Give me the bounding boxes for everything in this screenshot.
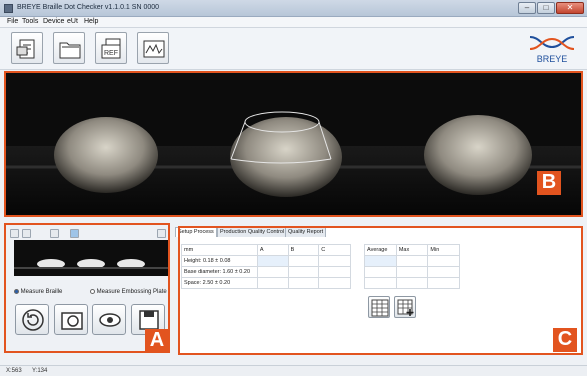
measurement-control-panel: Measure Braille Measure Embossing Plate bbox=[4, 223, 170, 353]
image-panel-frame bbox=[4, 71, 583, 217]
braille-image-view[interactable]: B bbox=[4, 71, 583, 217]
new-document-icon bbox=[16, 39, 35, 59]
reference-button[interactable]: REF bbox=[95, 32, 127, 64]
menu-file[interactable]: File bbox=[7, 18, 18, 25]
reference-icon: REF bbox=[101, 38, 121, 59]
open-folder-button[interactable] bbox=[53, 32, 85, 64]
results-panel-frame bbox=[178, 226, 583, 355]
panel-label-a: A bbox=[145, 329, 169, 353]
svg-text:REF: REF bbox=[104, 50, 118, 57]
title-bar: BREYE Braille Dot Checker v1.1.0.1 SN 00… bbox=[0, 0, 587, 17]
menu-bar: File Tools Device eUt Help bbox=[0, 17, 587, 28]
toolbar: REF BREYE bbox=[0, 28, 587, 70]
new-document-button[interactable] bbox=[11, 32, 43, 64]
results-panel: Setup Process Production Quality Control… bbox=[175, 226, 583, 355]
breye-logo: BREYE bbox=[529, 36, 575, 64]
open-folder-icon bbox=[59, 42, 81, 59]
menu-help[interactable]: Help bbox=[84, 18, 98, 25]
window-title: BREYE Braille Dot Checker v1.1.0.1 SN 00… bbox=[17, 4, 160, 11]
minimize-button[interactable]: – bbox=[518, 2, 536, 14]
chart-button[interactable] bbox=[137, 32, 169, 64]
status-bar: X:563 Y:134 bbox=[0, 365, 587, 376]
panel-label-b: B bbox=[537, 171, 561, 195]
menu-device[interactable]: Device bbox=[43, 18, 64, 25]
chart-icon bbox=[143, 40, 165, 58]
status-coord-x: X:563 bbox=[6, 368, 22, 374]
menu-tools[interactable]: Tools bbox=[22, 18, 38, 25]
menu-eut[interactable]: eUt bbox=[67, 18, 78, 25]
close-button[interactable]: ✕ bbox=[556, 2, 584, 14]
logo-text: BREYE bbox=[537, 54, 568, 64]
panel-label-c: C bbox=[553, 328, 577, 352]
maximize-button[interactable]: □ bbox=[537, 2, 555, 14]
app-icon bbox=[4, 4, 13, 13]
status-coord-y: Y:134 bbox=[32, 368, 48, 374]
